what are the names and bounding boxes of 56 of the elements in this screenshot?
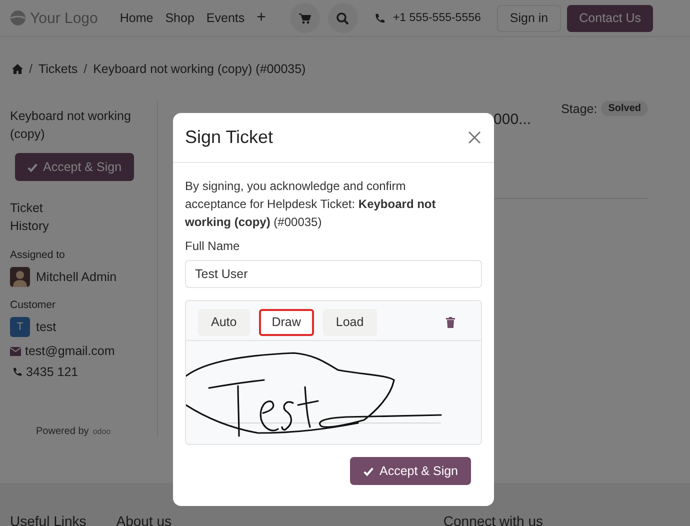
customer-avatar: T bbox=[10, 317, 30, 337]
full-name-field[interactable]: Test User bbox=[185, 260, 482, 288]
field-label: Full Name bbox=[185, 239, 241, 253]
dialog-message: By signing, you acknowledge and confirm acceptance for Helpdesk Ticket: Keyboard not working (copy) (#00035) bbox=[185, 178, 437, 231]
close-icon bbox=[468, 131, 481, 144]
home-icon[interactable] bbox=[12, 64, 23, 74]
stage-label: Stage: bbox=[561, 102, 598, 116]
signature-mode-tab[interactable]: Load bbox=[322, 308, 377, 336]
signature-mode-tab[interactable]: Auto bbox=[198, 308, 250, 336]
logo-text: Your Logo bbox=[30, 10, 98, 26]
customer-name: test bbox=[36, 320, 56, 334]
breadcrumb-item[interactable]: Keyboard not working (copy) (#00035) bbox=[93, 62, 306, 76]
logo-icon bbox=[10, 10, 26, 26]
phone-number[interactable]: +1 555-555-5556 bbox=[392, 12, 481, 24]
customer-phone: 3435 121 bbox=[26, 365, 78, 379]
check-icon bbox=[363, 466, 374, 476]
trash-icon bbox=[446, 316, 455, 328]
search-icon bbox=[336, 12, 350, 24]
nav-link[interactable]: Home bbox=[120, 11, 154, 25]
check-icon bbox=[27, 162, 38, 172]
close-button[interactable] bbox=[466, 129, 483, 146]
breadcrumb-separator: / bbox=[84, 62, 88, 76]
stage-badge: Solved bbox=[601, 101, 648, 116]
footer-heading: Useful Links bbox=[10, 515, 86, 526]
accept-sign-button[interactable]: Accept & Sign bbox=[15, 153, 134, 181]
assignee-name: Mitchell Admin bbox=[36, 270, 117, 284]
breadcrumb-item[interactable]: Tickets bbox=[38, 62, 78, 76]
delete-button[interactable] bbox=[446, 316, 455, 328]
signature-mode-tab[interactable]: Draw bbox=[258, 308, 314, 336]
nav-link[interactable]: Shop bbox=[165, 11, 194, 25]
customer-email[interactable]: test@gmail.com bbox=[25, 344, 115, 358]
powered-by-text: Powered by bbox=[36, 426, 89, 437]
dialog-title: Sign Ticket bbox=[185, 127, 274, 148]
nav-link[interactable]: + bbox=[256, 9, 266, 27]
cart-button[interactable] bbox=[290, 3, 320, 33]
ticket-heading: 000... bbox=[494, 111, 532, 128]
avatar-icon bbox=[10, 267, 30, 287]
accept-sign-button[interactable]: Accept & Sign bbox=[350, 457, 471, 485]
cart-icon bbox=[298, 12, 311, 24]
footer-heading: About us bbox=[116, 515, 172, 526]
logo[interactable]: Your Logo bbox=[10, 10, 98, 26]
sidebar-link[interactable]: Ticket bbox=[10, 199, 43, 217]
envelope-icon bbox=[10, 346, 21, 356]
phone-icon bbox=[12, 367, 22, 377]
brand-logo[interactable]: odoo bbox=[92, 427, 111, 436]
phone-icon bbox=[374, 12, 385, 24]
footer-heading: Connect with us bbox=[443, 515, 543, 526]
sidebar-link[interactable]: History bbox=[10, 217, 49, 235]
contact-button[interactable]: Contact Us bbox=[567, 4, 653, 32]
sign-in-button[interactable]: Sign in bbox=[496, 4, 562, 32]
search-button[interactable] bbox=[328, 3, 358, 33]
breadcrumb-separator: / bbox=[29, 62, 32, 76]
customer-label: Customer bbox=[10, 299, 57, 311]
nav-link[interactable]: Events bbox=[206, 11, 245, 25]
assigned-label: Assigned to bbox=[10, 249, 66, 261]
ticket-title: Keyboard not working (copy) bbox=[10, 108, 132, 143]
